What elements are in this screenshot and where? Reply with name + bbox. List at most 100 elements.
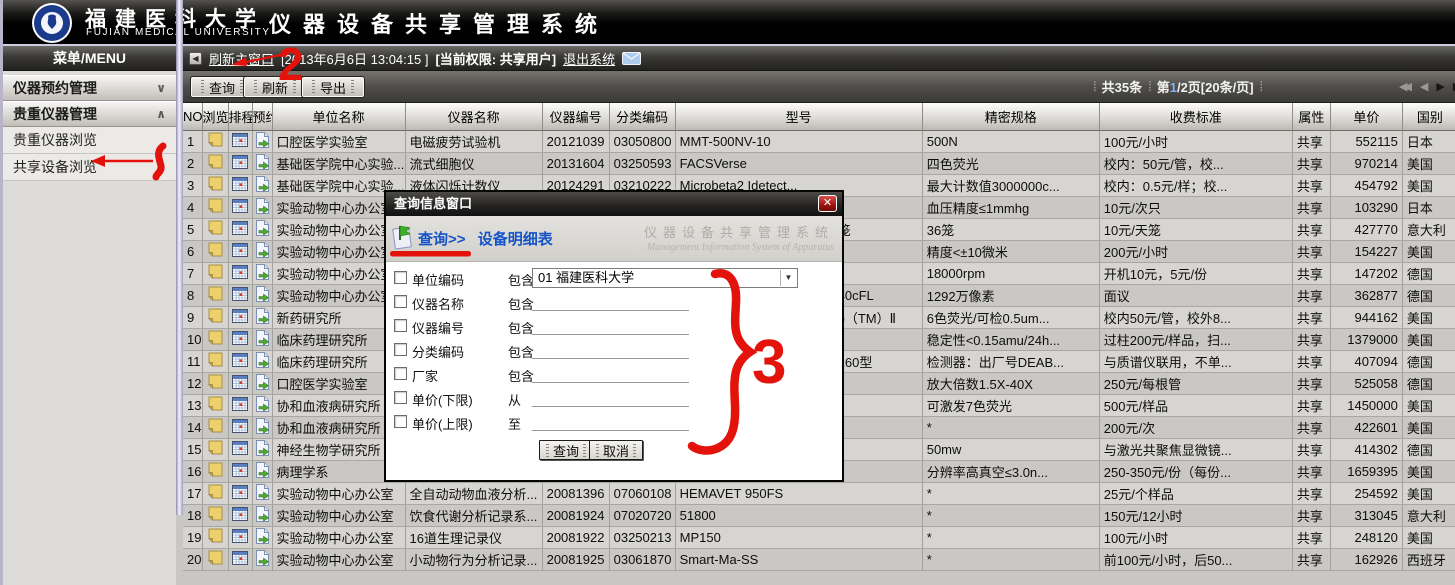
booking-doc-icon[interactable] [252,240,272,262]
query-link[interactable]: 查询>> [418,231,466,248]
browse-note-icon[interactable] [208,201,223,216]
field-input[interactable] [532,390,689,407]
field-input[interactable] [532,342,689,359]
schedule-calendar-icon[interactable] [228,240,252,262]
schedule-calendar-icon[interactable] [232,553,248,568]
sidebar-item-valuable-browse[interactable]: 贵重仪器浏览 [3,127,176,154]
booking-doc-icon[interactable] [252,394,272,416]
booking-doc-icon[interactable] [255,356,270,371]
booking-doc-icon[interactable] [252,526,272,548]
booking-doc-icon[interactable] [252,438,272,460]
first-page-icon[interactable]: ◀◀ [1399,80,1412,93]
browse-note-icon[interactable] [202,504,228,526]
browse-note-icon[interactable] [208,377,223,392]
booking-doc-icon[interactable] [255,158,270,173]
schedule-calendar-icon[interactable] [228,482,252,504]
field-checkbox[interactable] [394,271,407,284]
field-checkbox[interactable] [394,295,407,308]
booking-doc-icon[interactable] [255,312,270,327]
schedule-calendar-icon[interactable] [232,245,248,260]
refresh-button[interactable]: 刷新 [243,76,307,98]
booking-doc-icon[interactable] [255,400,270,415]
browse-note-icon[interactable] [208,443,223,458]
schedule-calendar-icon[interactable] [232,333,248,348]
schedule-calendar-icon[interactable] [232,509,248,524]
booking-doc-icon[interactable] [252,460,272,482]
browse-note-icon[interactable] [202,328,228,350]
browse-note-icon[interactable] [202,130,228,152]
browse-note-icon[interactable] [208,531,223,546]
browse-note-icon[interactable] [208,509,223,524]
schedule-calendar-icon[interactable] [228,218,252,240]
browse-note-icon[interactable] [208,179,223,194]
browse-note-icon[interactable] [202,372,228,394]
browse-note-icon[interactable] [202,174,228,196]
schedule-calendar-icon[interactable] [232,135,248,150]
browse-note-icon[interactable] [202,548,228,570]
browse-note-icon[interactable] [208,355,223,370]
sidebar-group-reservation[interactable]: 仪器预约管理 ∨ [3,75,176,101]
browse-note-icon[interactable] [202,416,228,438]
unit-select[interactable]: 01 福建医科大学▼ [532,268,798,288]
booking-doc-icon[interactable] [255,554,270,569]
sidebar-group-valuable-instruments[interactable]: 贵重仪器管理 ∧ [3,101,176,127]
booking-doc-icon[interactable] [255,268,270,283]
booking-doc-icon[interactable] [252,262,272,284]
booking-doc-icon[interactable] [252,350,272,372]
booking-doc-icon[interactable] [252,328,272,350]
browse-note-icon[interactable] [208,487,223,502]
booking-doc-icon[interactable] [255,488,270,503]
schedule-calendar-icon[interactable] [228,394,252,416]
browse-note-icon[interactable] [208,421,223,436]
browse-note-icon[interactable] [208,311,223,326]
browse-note-icon[interactable] [208,267,223,282]
booking-doc-icon[interactable] [255,444,270,459]
browse-note-icon[interactable] [202,196,228,218]
booking-doc-icon[interactable] [255,224,270,239]
schedule-calendar-icon[interactable] [228,130,252,152]
booking-doc-icon[interactable] [255,290,270,305]
browse-note-icon[interactable] [208,289,223,304]
schedule-calendar-icon[interactable] [232,487,248,502]
browse-note-icon[interactable] [202,152,228,174]
booking-doc-icon[interactable] [252,174,272,196]
field-checkbox[interactable] [394,343,407,356]
schedule-calendar-icon[interactable] [228,416,252,438]
browse-note-icon[interactable] [208,333,223,348]
browse-note-icon[interactable] [202,350,228,372]
booking-doc-icon[interactable] [252,548,272,570]
booking-doc-icon[interactable] [255,202,270,217]
schedule-calendar-icon[interactable] [228,372,252,394]
browse-note-icon[interactable] [208,465,223,480]
booking-doc-icon[interactable] [252,196,272,218]
schedule-calendar-icon[interactable] [232,377,248,392]
booking-doc-icon[interactable] [255,532,270,547]
browse-note-icon[interactable] [208,223,223,238]
schedule-calendar-icon[interactable] [232,531,248,546]
booking-doc-icon[interactable] [255,422,270,437]
booking-doc-icon[interactable] [252,482,272,504]
schedule-calendar-icon[interactable] [228,460,252,482]
field-input[interactable] [532,366,689,383]
schedule-calendar-icon[interactable] [228,504,252,526]
booking-doc-icon[interactable] [255,246,270,261]
browse-note-icon[interactable] [202,262,228,284]
schedule-calendar-icon[interactable] [232,355,248,370]
booking-doc-icon[interactable] [255,466,270,481]
mail-icon[interactable] [622,52,641,65]
browse-note-icon[interactable] [208,245,223,260]
browse-note-icon[interactable] [208,399,223,414]
browse-note-icon[interactable] [208,157,223,172]
booking-doc-icon[interactable] [255,180,270,195]
sidebar-item-shared-device-browse[interactable]: 共享设备浏览 [3,154,176,181]
schedule-calendar-icon[interactable] [232,179,248,194]
browse-note-icon[interactable] [202,460,228,482]
dropdown-arrow-icon[interactable]: ▼ [780,270,796,286]
schedule-calendar-icon[interactable] [228,174,252,196]
schedule-calendar-icon[interactable] [228,262,252,284]
dialog-titlebar[interactable]: 查询信息窗口 [386,192,842,216]
field-checkbox[interactable] [394,367,407,380]
schedule-calendar-icon[interactable] [228,306,252,328]
schedule-calendar-icon[interactable] [232,267,248,282]
browse-note-icon[interactable] [208,553,223,568]
